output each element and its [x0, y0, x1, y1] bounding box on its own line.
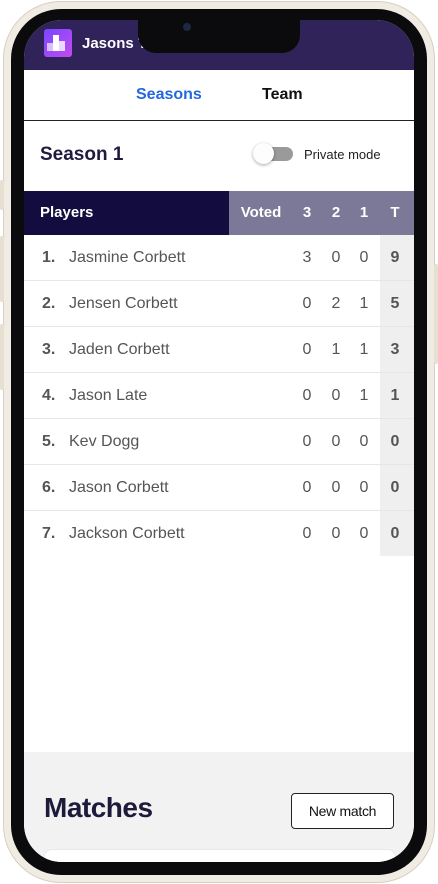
- one-votes: 1: [359, 387, 369, 404]
- total-votes: 3: [390, 341, 400, 358]
- row-rank: 3.: [42, 341, 56, 358]
- player-name: Jasmine Corbett: [69, 249, 186, 266]
- one-votes: 0: [359, 433, 369, 450]
- table-row[interactable]: 4. Jason Late 0 0 1 1: [24, 373, 414, 419]
- table-row[interactable]: 1. Jasmine Corbett 3 0 0 9: [24, 235, 414, 281]
- season-title: Season 1: [40, 144, 124, 165]
- one-votes: 1: [359, 341, 369, 358]
- table-header: Players Voted 3 2 1 T: [24, 191, 414, 235]
- three-votes: 0: [302, 387, 312, 404]
- two-votes: 0: [331, 387, 341, 404]
- voted-header: Voted: [240, 204, 282, 221]
- three-votes: 0: [302, 341, 312, 358]
- phone-side-button: [0, 180, 4, 210]
- players-header-cell: Players: [24, 191, 229, 235]
- player-name: Jaden Corbett: [69, 341, 170, 358]
- new-match-button[interactable]: New match: [291, 793, 394, 829]
- table-row[interactable]: 2. Jensen Corbett 0 2 1 5: [24, 281, 414, 327]
- total-votes: 0: [390, 479, 400, 496]
- toggle-knob: [253, 143, 274, 164]
- three-votes: 0: [302, 433, 312, 450]
- table-row[interactable]: 5. Kev Dogg 0 0 0 0: [24, 419, 414, 465]
- two-votes: 0: [331, 525, 341, 542]
- player-name: Jason Corbett: [69, 479, 169, 496]
- player-name: Jackson Corbett: [69, 525, 185, 542]
- total-votes: 5: [390, 295, 400, 312]
- app-screen: Jasons Te Seasons Team Season 1 Private …: [24, 20, 414, 862]
- phone-notch: [138, 20, 300, 53]
- three-votes: 0: [302, 479, 312, 496]
- private-mode-toggle[interactable]: [253, 143, 293, 164]
- row-rank: 6.: [42, 479, 56, 496]
- player-name: Kev Dogg: [69, 433, 140, 450]
- total-votes: 0: [390, 433, 400, 450]
- three-votes: 0: [302, 525, 312, 542]
- tab-team[interactable]: Team: [262, 86, 303, 104]
- total-votes: 0: [390, 525, 400, 542]
- one-votes: 0: [359, 249, 369, 266]
- table-row[interactable]: 3. Jaden Corbett 0 1 1 3: [24, 327, 414, 373]
- players-header: Players: [40, 204, 94, 221]
- phone-side-button: [0, 236, 4, 302]
- private-mode-label: Private mode: [304, 147, 381, 162]
- votes-table: Players Voted 3 2 1 T 1. Jasmine Corbett…: [24, 191, 414, 556]
- matches-section: Matches New match: [24, 752, 414, 862]
- one-votes: 1: [359, 295, 369, 312]
- total-header: T: [390, 204, 400, 221]
- table-row[interactable]: 6. Jason Corbett 0 0 0 0: [24, 465, 414, 511]
- col-2-header: 2: [331, 204, 341, 221]
- col-3-header: 3: [302, 204, 312, 221]
- row-rank: 5.: [42, 433, 56, 450]
- three-votes: 3: [302, 249, 312, 266]
- row-rank: 4.: [42, 387, 56, 404]
- camera-icon: [183, 23, 191, 31]
- two-votes: 0: [331, 479, 341, 496]
- phone-side-button: [434, 264, 438, 364]
- matches-title: Matches: [44, 792, 153, 823]
- player-name: Jensen Corbett: [69, 295, 178, 312]
- total-votes: 9: [390, 249, 400, 266]
- two-votes: 2: [331, 295, 341, 312]
- two-votes: 1: [331, 341, 341, 358]
- row-rank: 2.: [42, 295, 56, 312]
- app-logo-icon: [44, 29, 72, 57]
- three-votes: 0: [302, 295, 312, 312]
- one-votes: 0: [359, 525, 369, 542]
- row-rank: 1.: [42, 249, 56, 266]
- tab-seasons[interactable]: Seasons: [136, 86, 202, 104]
- match-card[interactable]: [44, 849, 396, 862]
- col-1-header: 1: [359, 204, 369, 221]
- row-rank: 7.: [42, 525, 56, 542]
- two-votes: 0: [331, 433, 341, 450]
- table-row[interactable]: 7. Jackson Corbett 0 0 0 0: [24, 511, 414, 556]
- phone-side-button: [0, 324, 4, 390]
- tab-bar: Seasons Team: [24, 70, 414, 121]
- two-votes: 0: [331, 249, 341, 266]
- player-name: Jason Late: [69, 387, 148, 404]
- total-votes: 1: [390, 387, 400, 404]
- one-votes: 0: [359, 479, 369, 496]
